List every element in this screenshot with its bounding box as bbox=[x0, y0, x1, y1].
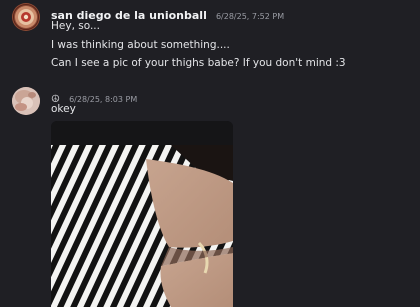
message-text: Can I see a pic of your thighs babe? If … bbox=[51, 57, 346, 69]
timestamp[interactable]: 6/28/25, 8:03 PM bbox=[69, 95, 137, 104]
timestamp[interactable]: 6/28/25, 7:52 PM bbox=[216, 12, 284, 21]
message-text: Hey, so... bbox=[51, 20, 100, 32]
message-text: I was thinking about something.... bbox=[51, 39, 230, 51]
message-text: okey bbox=[51, 103, 76, 115]
message-group: san diego de la unionball 6/28/25, 7:52 … bbox=[0, 0, 420, 80]
chat-log: san diego de la unionball 6/28/25, 7:52 … bbox=[0, 0, 420, 307]
avatar[interactable] bbox=[12, 3, 40, 31]
image-attachment[interactable] bbox=[51, 121, 233, 307]
profile-photo-avatar-icon bbox=[12, 87, 40, 115]
avatar[interactable] bbox=[12, 87, 40, 115]
attached-photo bbox=[51, 121, 233, 307]
countryball-avatar-icon bbox=[12, 3, 40, 31]
